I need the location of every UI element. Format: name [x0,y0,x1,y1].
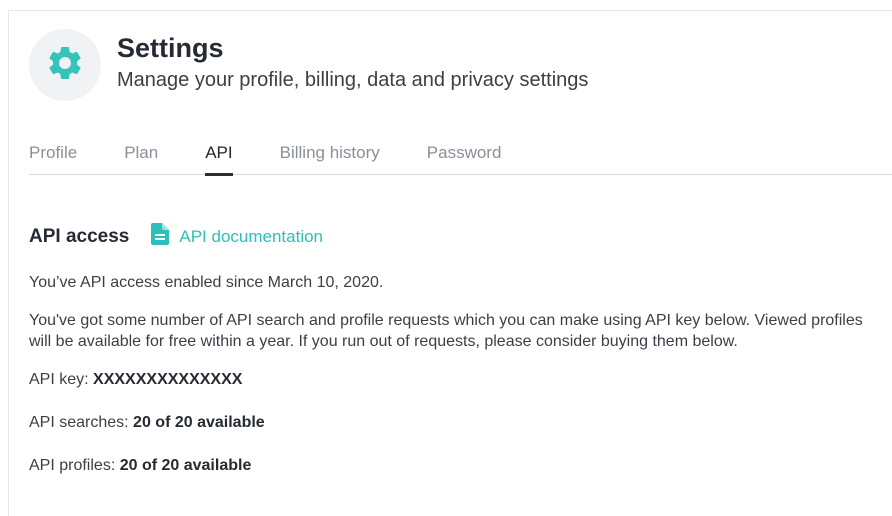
tab-plan[interactable]: Plan [124,143,158,175]
api-access-section: API access API documentation You’ve API … [29,223,889,476]
api-profiles-row: API profiles: 20 of 20 available [29,455,889,476]
section-title: API access [29,225,130,247]
page-subtitle: Manage your profile, billing, data and p… [117,68,589,91]
settings-panel: Settings Manage your profile, billing, d… [8,10,892,516]
page-header: Settings Manage your profile, billing, d… [29,29,588,101]
api-documentation-label: API documentation [179,226,324,246]
gear-icon [45,43,85,88]
api-key-label: API key: [29,371,94,388]
tab-profile[interactable]: Profile [29,143,77,175]
api-searches-label: API searches: [29,414,134,431]
page-title: Settings [117,32,224,63]
settings-avatar [29,29,101,101]
api-documentation-link[interactable]: API documentation [151,223,323,250]
api-key-value: XXXXXXXXXXXXXX [93,371,243,388]
api-profiles-value: 20 of 20 available [119,457,252,474]
api-profiles-label: API profiles: [29,457,120,474]
tab-billing-history[interactable]: Billing history [280,143,380,175]
api-enabled-text: You’ve API access enabled since March 10… [29,274,384,291]
api-searches-row: API searches: 20 of 20 available [29,412,889,433]
document-icon [151,223,179,250]
settings-tabs: Profile Plan API Billing history Passwor… [29,143,892,176]
api-description: You've got some number of API search and… [29,312,863,350]
tab-api[interactable]: API [205,143,234,176]
api-searches-value: 20 of 20 available [133,414,265,431]
tab-password[interactable]: Password [427,143,502,175]
api-key-row: API key: XXXXXXXXXXXXXX [29,369,889,390]
